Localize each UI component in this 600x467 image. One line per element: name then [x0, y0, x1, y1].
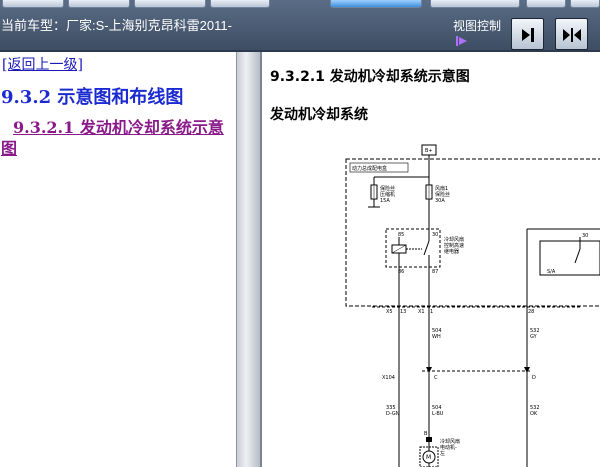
- tab-1[interactable]: [2, 0, 64, 8]
- navigation-pane: [返回上一级] 9.3.2 示意图和布线图 9.3.2.1 发动机冷却系统示意图: [0, 52, 236, 467]
- tab-8[interactable]: [570, 0, 600, 8]
- tab-active[interactable]: [330, 0, 422, 8]
- motor-label-1: 冷却风扇: [440, 438, 460, 445]
- subsection-link-text[interactable]: 9.3.2.1 发动机冷却系统示意图: [1, 118, 224, 158]
- connector-x104: X104: [382, 375, 395, 381]
- subsection-link[interactable]: 9.3.2.1 发动机冷却系统示意图: [1, 117, 233, 159]
- pin-28: 28: [528, 309, 534, 315]
- view-control-label: 视图控制: [453, 19, 502, 33]
- wire-532-color: GY: [530, 334, 538, 340]
- fuse-block-outline: [345, 158, 600, 307]
- document-title: 9.3.2.1 发动机冷却系统示意图: [270, 69, 470, 85]
- split-arrows-icon: [563, 28, 581, 42]
- wiring-diagram: B+ 动力总成配电盒 保险丝 压缩机 15A 风扇1 保险丝 30A 85 30…: [345, 144, 600, 467]
- wire-504-color: WH: [432, 334, 441, 340]
- fuse1-rating: 15A: [380, 198, 390, 204]
- pin-d: D: [532, 375, 536, 381]
- motor-m-glyph: M: [426, 454, 431, 461]
- relay-label-2: 控制高速: [444, 242, 464, 249]
- relay-pin-87: 87: [432, 269, 438, 275]
- relay-pin-30: 30: [432, 232, 438, 238]
- fuse2-sub: 保险丝: [435, 191, 450, 198]
- motor-connector: [426, 437, 432, 442]
- view-indicator-icon: [456, 36, 467, 46]
- fuse2-name: 风扇1: [435, 185, 448, 192]
- wire-335-color: D-GN: [386, 411, 400, 417]
- fuse1-name: 保险丝: [380, 185, 395, 192]
- section-heading: 9.3.2 示意图和布线图: [1, 87, 184, 108]
- sa-label: S/A: [547, 269, 556, 275]
- pin-b: B: [424, 431, 428, 437]
- connector-x1: X1: [418, 309, 425, 315]
- battery-label: B+: [425, 148, 433, 154]
- tab-4[interactable]: [210, 0, 270, 8]
- pin-13: 13: [400, 309, 406, 315]
- arrow-right-bar-icon: [522, 28, 534, 42]
- wire-504b-color: L-BU: [432, 411, 444, 417]
- tab-6[interactable]: [430, 0, 520, 8]
- tab-7[interactable]: [526, 0, 566, 8]
- pin-c: C: [434, 375, 438, 381]
- right-relay-pin: 30: [582, 233, 588, 239]
- fuse1-sub: 压缩机: [380, 191, 395, 198]
- connector-x5: X5: [386, 309, 393, 315]
- relay-label-1: 冷却风扇: [444, 236, 464, 243]
- fuse2-rating: 30A: [435, 198, 445, 204]
- current-vehicle-label: 当前车型：厂家:S-上海别克昂科雷2011-: [1, 18, 232, 33]
- content-pane: 9.3.2.1 发动机冷却系统示意图 发动机冷却系统 B+ 动力总成配电盒 保险…: [262, 52, 600, 467]
- tab-3[interactable]: [134, 0, 206, 8]
- tab-2[interactable]: [68, 0, 130, 8]
- pane-splitter[interactable]: [236, 52, 262, 467]
- back-link[interactable]: [返回上一级]: [2, 54, 83, 74]
- relay-label-3: 继电器: [444, 248, 459, 255]
- wire-532b-color: OK: [530, 411, 538, 417]
- document-subtitle: 发动机冷却系统: [270, 107, 368, 123]
- motor-label-2: 电动机-: [440, 444, 457, 451]
- split-view-button[interactable]: [555, 18, 588, 50]
- top-toolbar: 当前车型：厂家:S-上海别克昂科雷2011- 视图控制: [0, 0, 600, 52]
- pin-1: 1: [430, 309, 433, 315]
- show-right-pane-button[interactable]: [511, 18, 544, 50]
- motor-label-3: 左: [440, 450, 445, 457]
- tab-strip: [0, 0, 600, 8]
- fuse-block-label: 动力总成配电盒: [352, 165, 387, 172]
